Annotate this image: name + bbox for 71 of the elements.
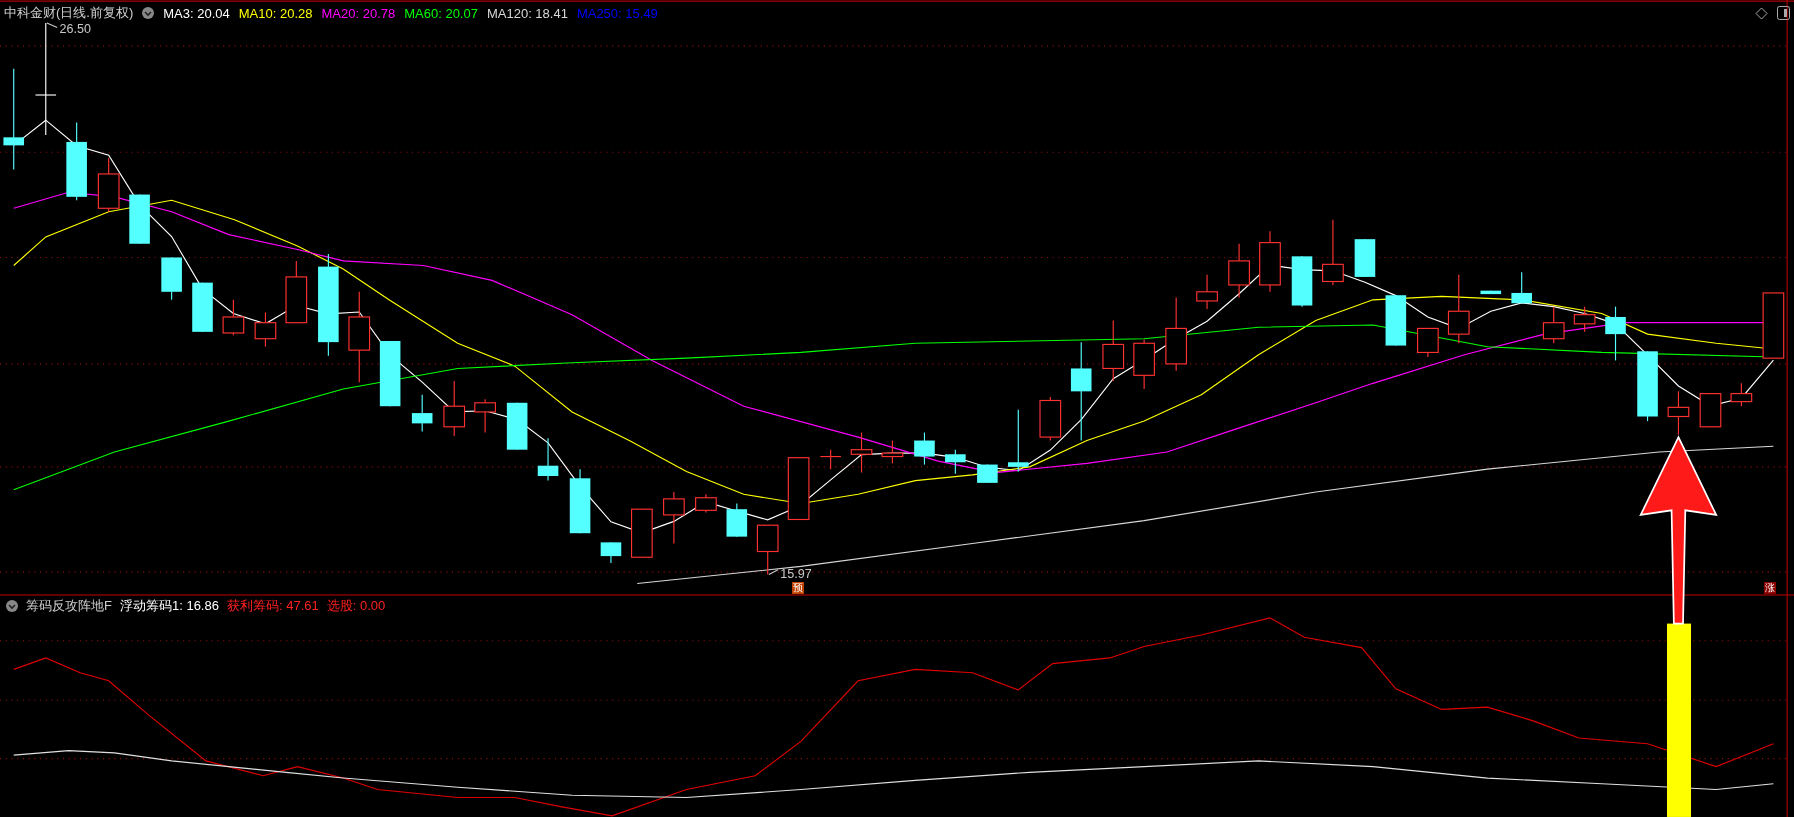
candlestick — [756, 524, 779, 575]
candlestick — [631, 508, 653, 558]
candlestick — [1322, 219, 1344, 286]
indicator-value: 获利筹码: 47.61 — [226, 597, 319, 615]
candlestick — [1385, 294, 1407, 347]
candlestick — [254, 311, 277, 348]
candlestick — [1417, 327, 1439, 358]
indicator-value: 选股: 0.00 — [326, 597, 386, 615]
moving-average-label: MA3: 20.04 — [163, 5, 230, 21]
candlestick — [129, 194, 150, 245]
moving-average-label: MA250: 15.49 — [576, 5, 658, 21]
moving-average-label: MA10: 20.28 — [238, 5, 313, 21]
candlestick — [1291, 255, 1313, 308]
candlestick — [1102, 319, 1125, 382]
candlestick — [977, 464, 998, 484]
low-price-label: 15.97 — [780, 566, 812, 581]
candlestick — [695, 493, 717, 514]
candlestick — [1699, 393, 1722, 428]
candlestick — [411, 394, 433, 432]
candlestick — [569, 468, 591, 534]
indicator-value: 浮动筹码1: 16.86 — [119, 597, 219, 615]
candlestick — [1259, 230, 1281, 293]
candlestick — [1354, 238, 1376, 278]
leader-line — [46, 22, 58, 29]
candlestick — [1573, 306, 1596, 333]
candlestick — [663, 491, 685, 545]
candlestick — [1637, 350, 1658, 422]
candlestick — [379, 340, 401, 407]
forecast-marker: 预 — [792, 582, 804, 594]
candlestick — [192, 282, 213, 333]
candlestick — [914, 431, 935, 466]
moving-average-label: MA60: 20.07 — [404, 5, 478, 21]
high-price-label: 26.50 — [59, 22, 91, 37]
candlestick — [1667, 390, 1690, 436]
panel-toggle-icon[interactable] — [1777, 6, 1790, 20]
candlestick — [474, 398, 496, 434]
indicator-name: 筹码反攻阵地F — [26, 597, 112, 615]
candlestick — [881, 439, 904, 464]
candlestick — [1039, 396, 1062, 442]
candlestick — [97, 157, 120, 213]
candlestick — [222, 299, 245, 336]
dropdown-icon[interactable] — [6, 600, 18, 612]
candlestick — [1480, 290, 1502, 295]
candlestick — [161, 256, 182, 301]
candlestick — [1133, 339, 1155, 390]
candlestick — [819, 449, 842, 470]
moving-average-label: MA20: 20.78 — [321, 5, 396, 21]
candlestick — [1447, 274, 1470, 344]
candlestick — [1605, 306, 1626, 361]
dropdown-icon[interactable] — [142, 7, 155, 19]
candlestick — [1008, 409, 1029, 472]
candlestick — [726, 502, 748, 538]
rise-marker: 涨 — [1764, 582, 1776, 594]
diamond-icon[interactable] — [1755, 6, 1768, 20]
candlestick — [945, 449, 966, 475]
candlestick — [537, 437, 559, 482]
candlestick — [787, 457, 810, 521]
candlestick — [443, 380, 466, 437]
candlestick — [1762, 292, 1785, 359]
candlestick — [1196, 274, 1218, 310]
candlestick — [600, 541, 622, 564]
stock-title: 中科金财(日线.前复权) — [4, 4, 134, 22]
candlestick — [1511, 271, 1532, 304]
candlestick — [506, 402, 528, 451]
candlestick — [1542, 306, 1565, 344]
candlestick — [1228, 243, 1250, 299]
candlestick — [850, 431, 873, 474]
candlestick — [1730, 382, 1753, 407]
leader-line — [768, 569, 779, 575]
candlestick — [285, 260, 308, 324]
moving-average-label: MA120: 18.41 — [486, 5, 568, 21]
